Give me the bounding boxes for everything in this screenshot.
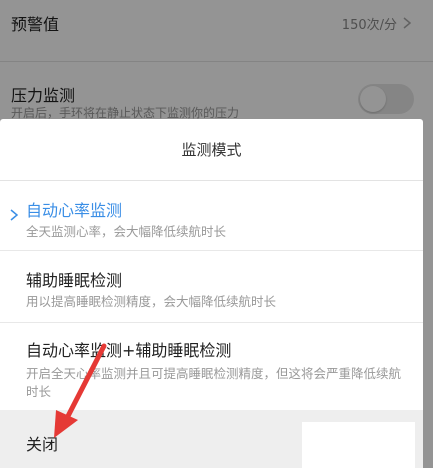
option-title: 自动心率监测 [26, 201, 123, 220]
option-sleep-assist[interactable]: 辅助睡眠检测 用以提高睡眠检测精度，会大幅降低续航时长 [0, 251, 423, 323]
option-title: 辅助睡眠检测 [26, 271, 123, 290]
selected-chevron-icon [10, 209, 19, 221]
option-desc: 全天监测心率，会大幅降低续航时长 [26, 224, 227, 239]
redaction-patch [302, 422, 415, 468]
sheet-title: 监测模式 [0, 119, 423, 181]
annotation-arrow-icon [54, 343, 107, 438]
option-desc: 用以提高睡眠检测精度，会大幅降低续航时长 [26, 294, 277, 309]
option-auto-heart-rate[interactable]: 自动心率监测 全天监测心率，会大幅降低续航时长 [0, 181, 423, 251]
